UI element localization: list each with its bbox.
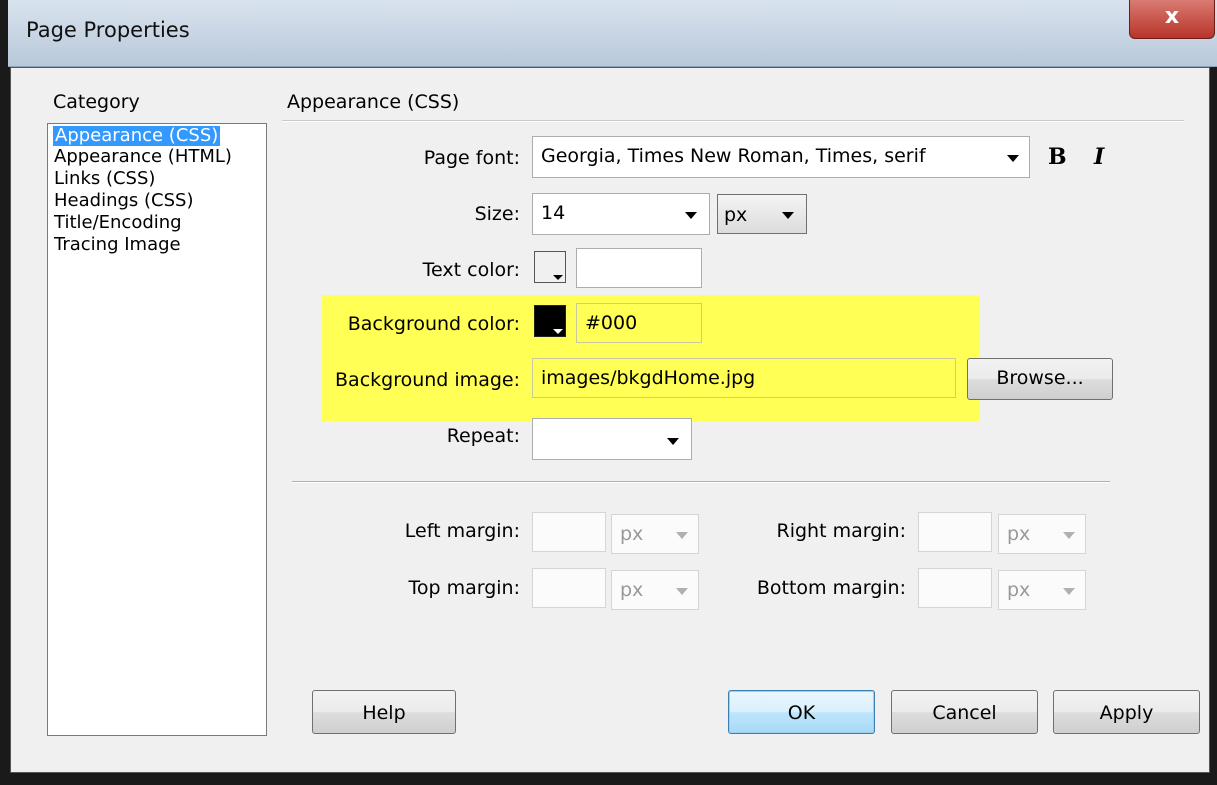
text-color-picker[interactable]: [534, 251, 566, 283]
italic-button[interactable]: I: [1094, 144, 1104, 170]
chevron-down-icon: [676, 532, 688, 539]
category-item-title-encoding[interactable]: Title/Encoding: [54, 213, 182, 233]
bg-image-value: images/bkgdHome.jpg: [541, 367, 756, 389]
right-margin-field[interactable]: [918, 512, 992, 552]
apply-button[interactable]: Apply: [1053, 690, 1200, 734]
window-title: Page Properties: [26, 18, 190, 42]
left-margin-label: Left margin:: [404, 520, 520, 542]
chevron-down-icon: [685, 212, 697, 219]
category-list[interactable]: Appearance (CSS) Appearance (HTML) Links…: [47, 123, 267, 736]
bg-color-field[interactable]: #000: [576, 303, 702, 343]
top-margin-label: Top margin:: [408, 577, 520, 599]
help-button[interactable]: Help: [312, 690, 456, 734]
repeat-select[interactable]: [532, 418, 692, 460]
right-margin-label: Right margin:: [776, 520, 906, 542]
title-bar[interactable]: Page Properties: [8, 0, 1217, 67]
chevron-down-icon: [676, 588, 688, 595]
left-margin-field[interactable]: [532, 512, 606, 552]
bg-image-field[interactable]: images/bkgdHome.jpg: [532, 358, 956, 398]
text-color-field[interactable]: [576, 248, 702, 288]
close-button[interactable]: x: [1129, 0, 1215, 39]
right-margin-unit-select[interactable]: px: [998, 514, 1086, 554]
page-font-value: Georgia, Times New Roman, Times, serif: [541, 145, 926, 167]
category-item-tracing-image[interactable]: Tracing Image: [54, 235, 181, 255]
chevron-down-icon: [667, 438, 679, 445]
category-item-appearance-css[interactable]: Appearance (CSS): [53, 126, 221, 146]
section-heading: Appearance (CSS): [287, 91, 460, 113]
left-margin-unit-select[interactable]: px: [611, 514, 699, 554]
top-margin-field[interactable]: [532, 568, 606, 608]
page-font-select[interactable]: Georgia, Times New Roman, Times, serif: [532, 136, 1030, 178]
chevron-down-icon: [1007, 155, 1019, 162]
page-font-label: Page font:: [423, 147, 520, 169]
bg-color-value: #000: [585, 312, 638, 334]
size-unit-select[interactable]: px: [717, 194, 807, 234]
chevron-down-icon: [782, 212, 794, 219]
cancel-button[interactable]: Cancel: [891, 690, 1038, 734]
size-value: 14: [541, 202, 566, 224]
size-unit-value: px: [724, 204, 748, 226]
ok-button[interactable]: OK: [728, 690, 875, 734]
bottom-margin-label: Bottom margin:: [756, 577, 906, 599]
close-icon: x: [1164, 4, 1180, 29]
bg-image-label: Background image:: [335, 369, 520, 391]
browse-button[interactable]: Browse...: [967, 358, 1113, 400]
category-heading: Category: [53, 91, 140, 113]
chevron-down-icon: [1063, 532, 1075, 539]
size-label: Size:: [474, 203, 520, 225]
category-item-appearance-html[interactable]: Appearance (HTML): [54, 147, 232, 167]
repeat-label: Repeat:: [446, 425, 520, 447]
category-item-links-css[interactable]: Links (CSS): [54, 169, 155, 189]
bold-button[interactable]: B: [1048, 144, 1067, 170]
size-select[interactable]: 14: [532, 193, 710, 235]
bg-color-picker[interactable]: [534, 305, 566, 337]
bottom-margin-unit-select[interactable]: px: [998, 570, 1086, 610]
text-color-label: Text color:: [422, 259, 520, 281]
bg-color-label: Background color:: [347, 313, 520, 335]
top-margin-unit-select[interactable]: px: [611, 570, 699, 610]
chevron-down-icon: [1063, 588, 1075, 595]
bottom-margin-field[interactable]: [918, 568, 992, 608]
category-item-headings-css[interactable]: Headings (CSS): [54, 191, 193, 211]
